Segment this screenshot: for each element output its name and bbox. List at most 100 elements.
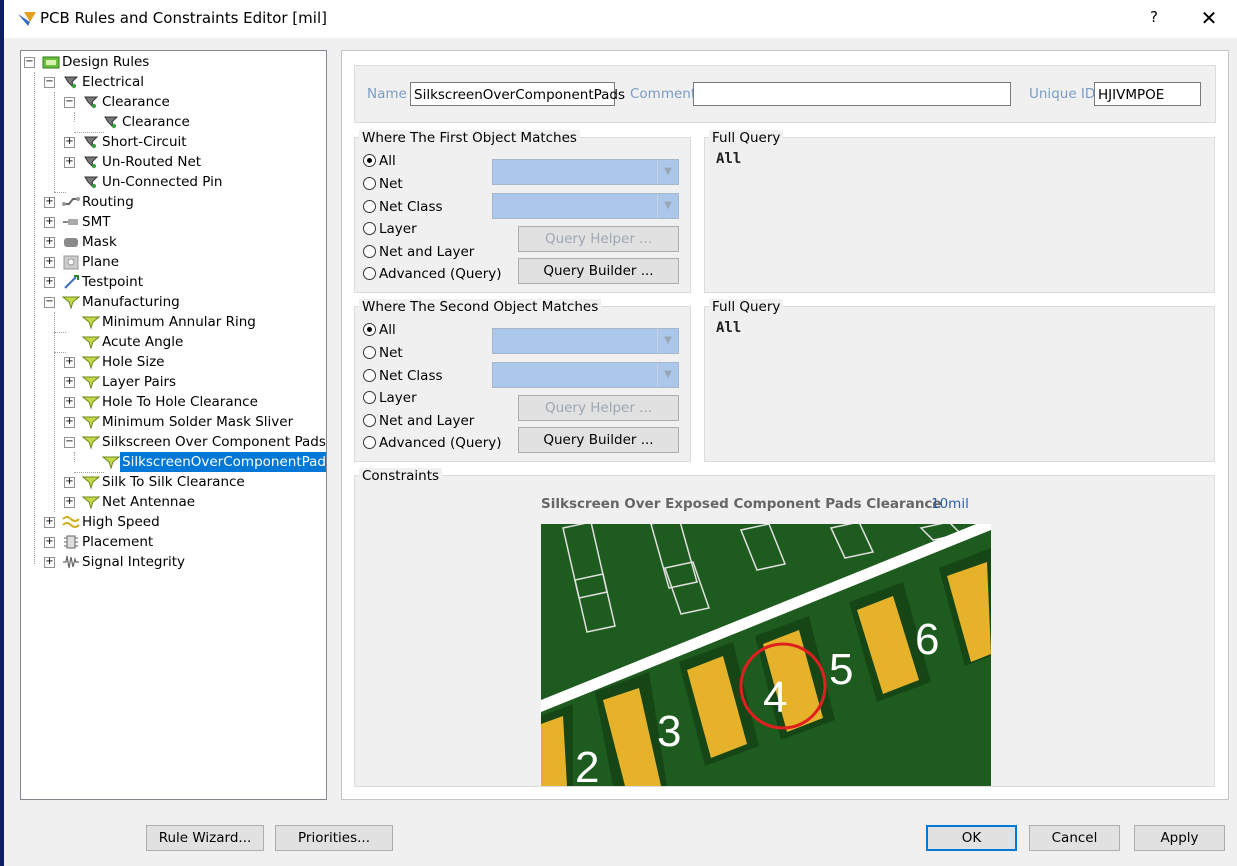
plane-icon <box>63 255 79 270</box>
first-query-builder-button[interactable]: Query Builder ... <box>518 258 679 284</box>
first-netclass-combo[interactable]: ▼ <box>492 193 679 219</box>
comment-label: Comment <box>630 86 697 102</box>
short-circuit-icon <box>84 136 99 149</box>
tree-node-manufacturing[interactable]: − Manufacturing <box>21 292 321 312</box>
unconnected-pin-icon <box>84 176 99 189</box>
priorities-button[interactable]: Priorities... <box>275 825 393 851</box>
apply-button[interactable]: Apply <box>1134 825 1225 851</box>
net-antennae-icon <box>82 496 100 510</box>
manufacturing-icon <box>62 296 80 310</box>
tree-node-unrouted-net[interactable]: + Un-Routed Net <box>21 152 321 172</box>
unique-id-input[interactable]: HJIVMPOE <box>1094 82 1201 106</box>
pad-number-2: 2 <box>575 743 599 786</box>
first-radio-all[interactable]: All <box>363 151 396 171</box>
comment-input[interactable] <box>693 82 1011 106</box>
hole-to-hole-icon <box>82 396 100 410</box>
tree-node-electrical[interactable]: − Electrical <box>21 72 321 92</box>
tree-node-hole-size[interactable]: + Hole Size <box>21 352 321 372</box>
second-net-combo[interactable]: ▼ <box>492 328 679 354</box>
signal-integrity-icon <box>63 555 79 569</box>
min-annular-ring-icon <box>82 316 100 330</box>
first-full-query-text: All <box>716 151 742 167</box>
first-object-panel: Where The First Object Matches All Net N… <box>354 130 691 293</box>
first-net-combo[interactable]: ▼ <box>492 159 679 185</box>
title-bar: PCB Rules and Constraints Editor [mil] ?… <box>4 0 1237 38</box>
first-query-helper-button[interactable]: Query Helper ... <box>518 226 679 252</box>
unrouted-net-icon <box>84 156 99 169</box>
cancel-button[interactable]: Cancel <box>1029 825 1120 851</box>
tree-node-silk-to-silk[interactable]: + Silk To Silk Clearance <box>21 472 321 492</box>
tree-node-clearance-group[interactable]: − Clearance <box>21 92 321 112</box>
mask-icon <box>64 238 78 247</box>
second-radio-netlayer[interactable]: Net and Layer <box>363 411 474 431</box>
tree-node-high-speed[interactable]: + High Speed <box>21 512 321 532</box>
testpoint-icon <box>64 275 79 289</box>
tree-node-silkscreen-over-pads[interactable]: − Silkscreen Over Component Pads <box>21 432 326 452</box>
tree-node-plane[interactable]: + Plane <box>21 252 321 272</box>
chevron-down-icon: ▼ <box>657 160 678 184</box>
tree-node-placement[interactable]: + Placement <box>21 532 321 552</box>
rule-header-panel: Name SilkscreenOverComponentPads Comment… <box>354 65 1216 123</box>
acute-angle-icon <box>82 336 100 350</box>
pad-number-4: 4 <box>763 673 787 722</box>
tree-node-unconnected-pin[interactable]: Un-Connected Pin <box>21 172 321 192</box>
second-netclass-combo[interactable]: ▼ <box>492 362 679 388</box>
second-query-builder-button[interactable]: Query Builder ... <box>518 427 679 453</box>
first-radio-net[interactable]: Net <box>363 174 403 194</box>
first-radio-netlayer[interactable]: Net and Layer <box>363 242 474 262</box>
tree-node-acute-angle[interactable]: Acute Angle <box>21 332 321 352</box>
rules-tree[interactable]: − Design Rules − Electrical − Clearance … <box>20 50 327 800</box>
tree-node-min-solder-mask[interactable]: + Minimum Solder Mask Sliver <box>21 412 321 432</box>
second-query-helper-button[interactable]: Query Helper ... <box>518 395 679 421</box>
second-full-query-text: All <box>716 320 742 336</box>
layer-pairs-icon <box>82 376 100 390</box>
clearance-rule-icon <box>104 116 119 129</box>
tree-node-clearance-rule[interactable]: Clearance <box>21 112 321 132</box>
second-radio-netclass[interactable]: Net Class <box>363 366 443 386</box>
clearance-icon <box>84 96 99 109</box>
min-solder-mask-icon <box>82 416 100 430</box>
ok-button[interactable]: OK <box>926 825 1017 851</box>
chevron-down-icon: ▼ <box>657 329 678 353</box>
tree-node-smt[interactable]: + SMT <box>21 212 321 232</box>
first-object-title: Where The First Object Matches <box>359 130 580 146</box>
constraints-title: Constraints <box>359 468 443 484</box>
tree-node-hole-to-hole[interactable]: + Hole To Hole Clearance <box>21 392 321 412</box>
tree-node-silkscreen-rule-selected[interactable]: SilkscreenOverComponentPads <box>21 452 326 472</box>
tree-node-net-antennae[interactable]: + Net Antennae <box>21 492 321 512</box>
tree-node-layer-pairs[interactable]: + Layer Pairs <box>21 372 321 392</box>
first-full-query-title: Full Query <box>709 130 784 146</box>
tree-node-short-circuit[interactable]: + Short-Circuit <box>21 132 321 152</box>
second-radio-advanced[interactable]: Advanced (Query) <box>363 433 502 453</box>
constraint-value[interactable]: 10mil <box>931 496 969 512</box>
second-full-query-panel: Full Query All <box>704 299 1215 462</box>
second-radio-layer[interactable]: Layer <box>363 388 417 408</box>
second-radio-net[interactable]: Net <box>363 343 403 363</box>
pad-number-3: 3 <box>657 707 681 756</box>
help-button[interactable]: ? <box>1144 8 1164 30</box>
tree-node-testpoint[interactable]: + Testpoint <box>21 272 321 292</box>
first-radio-layer[interactable]: Layer <box>363 219 417 239</box>
pad-number-6: 6 <box>915 615 939 664</box>
tree-node-signal-integrity[interactable]: + Signal Integrity <box>21 552 321 572</box>
first-radio-netclass[interactable]: Net Class <box>363 197 443 217</box>
second-object-panel: Where The Second Object Matches All Net … <box>354 299 691 462</box>
tree-node-mask[interactable]: + Mask <box>21 232 321 252</box>
smt-icon <box>63 219 78 225</box>
tree-node-routing[interactable]: + Routing <box>21 192 321 212</box>
name-label: Name <box>367 86 407 102</box>
rule-wizard-button[interactable]: Rule Wizard... <box>146 825 264 851</box>
second-radio-all[interactable]: All <box>363 320 396 340</box>
tree-node-design-rules[interactable]: − Design Rules <box>21 52 321 72</box>
close-button[interactable]: ✕ <box>1194 6 1224 32</box>
tree-node-min-annular-ring[interactable]: Minimum Annular Ring <box>21 312 321 332</box>
second-object-title: Where The Second Object Matches <box>359 299 602 315</box>
first-radio-advanced[interactable]: Advanced (Query) <box>363 264 502 284</box>
chevron-down-icon: ▼ <box>657 363 678 387</box>
silkscreen-over-pads-icon <box>82 436 100 450</box>
second-full-query-frame <box>704 306 1215 462</box>
hole-size-icon <box>82 356 100 370</box>
name-input[interactable]: SilkscreenOverComponentPads <box>410 82 625 106</box>
placement-icon <box>64 535 78 549</box>
first-full-query-panel: Full Query All <box>704 130 1215 293</box>
